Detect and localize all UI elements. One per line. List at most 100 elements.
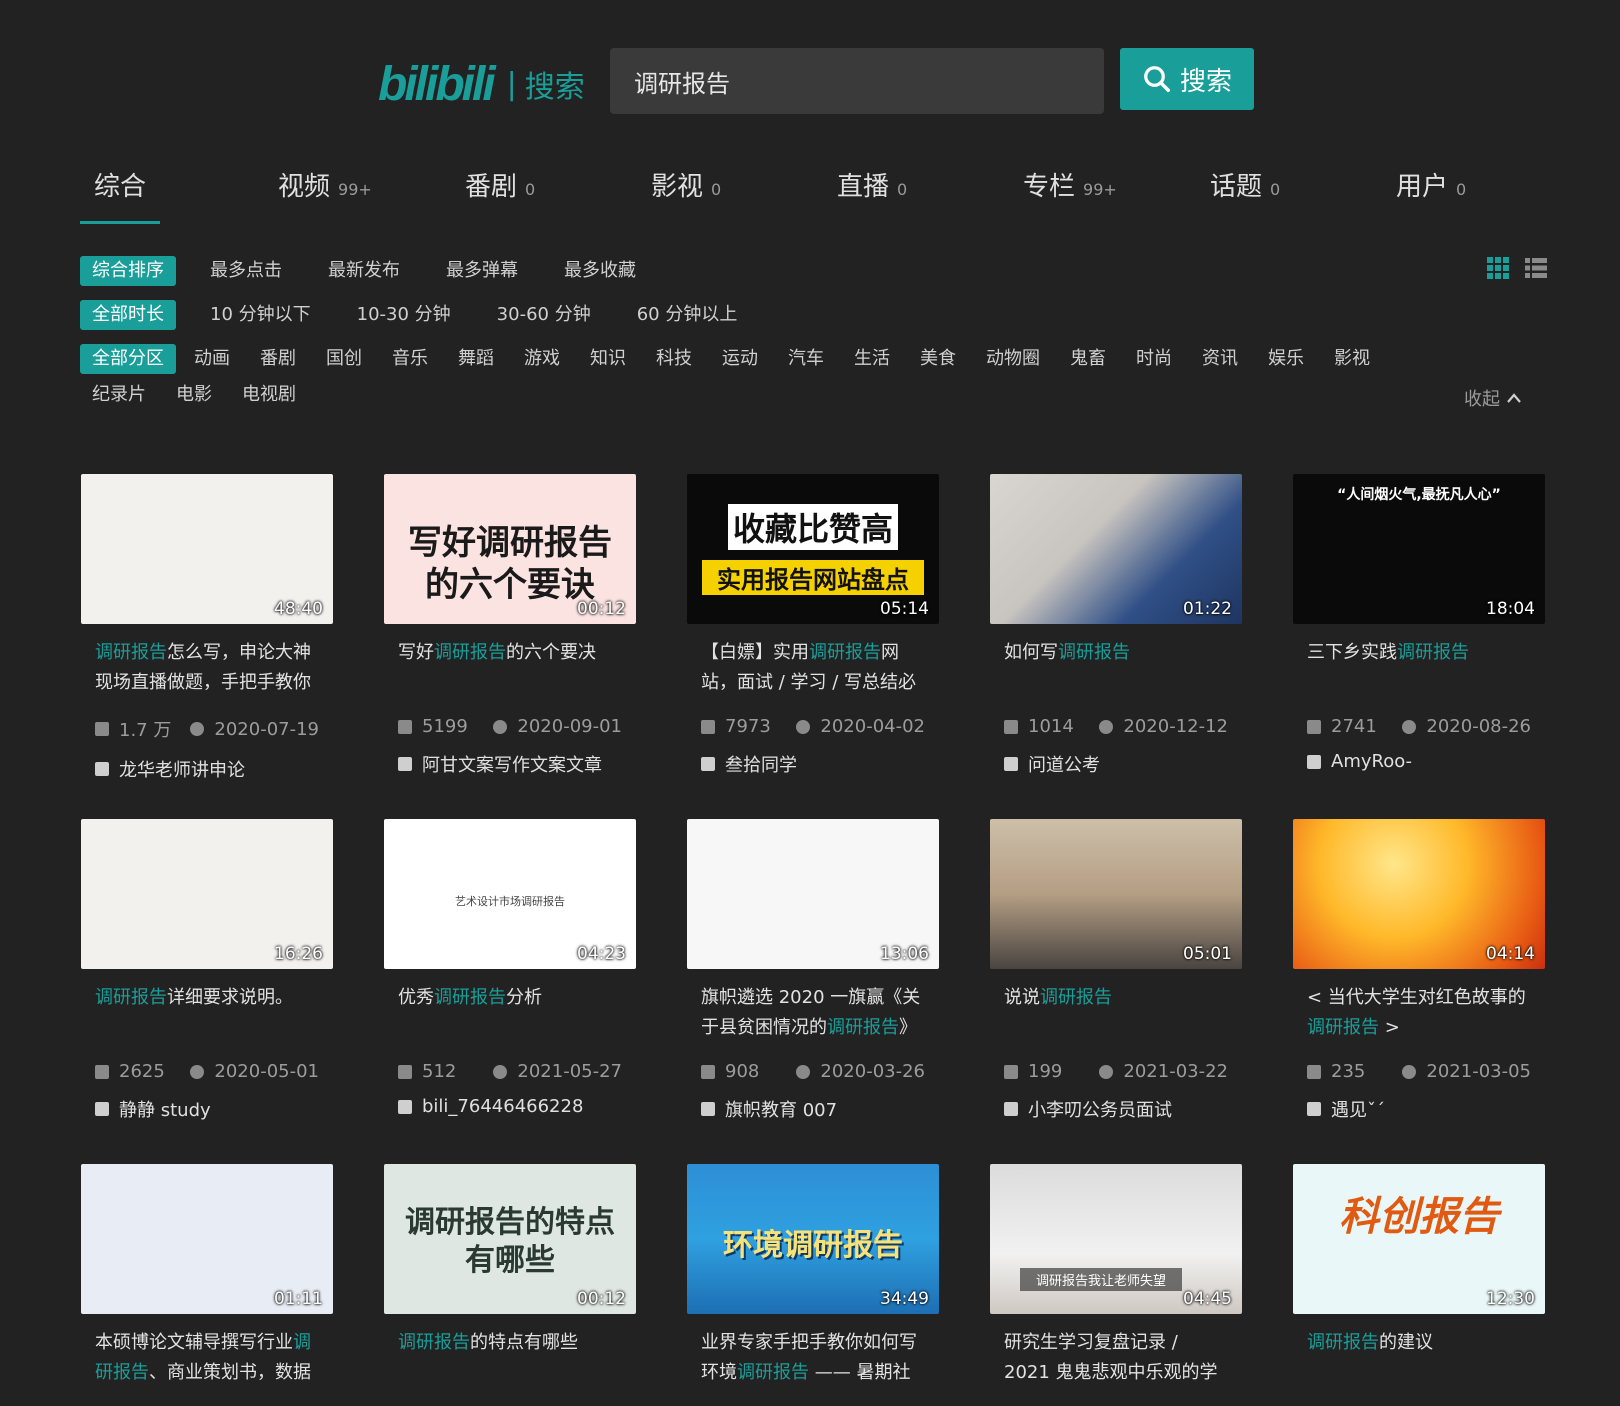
search-button[interactable]: 搜索	[1120, 48, 1254, 110]
filter-chip[interactable]: 娱乐	[1256, 344, 1316, 374]
video-card[interactable]: 调研报告我让老师失望 04:45 研究生学习复盘记录 / 2021 鬼鬼悲观中乐观的…	[990, 1164, 1242, 1388]
video-title[interactable]: < 当代大学生对红色故事的调研报告 >	[1293, 983, 1545, 1043]
video-card[interactable]: 16:26 调研报告详细要求说明。 2625 2020-05-01 静静 study	[81, 819, 333, 1122]
video-thumbnail[interactable]: 写好调研报告 的六个要诀 00:12	[384, 474, 636, 624]
filter-chip[interactable]: 全部时长	[80, 300, 176, 330]
video-title[interactable]: 研究生学习复盘记录 / 2021 鬼鬼悲观中乐观的学习 / 调	[990, 1328, 1242, 1388]
video-card[interactable]: 科创报告 12:30 调研报告的建议	[1293, 1164, 1545, 1388]
video-card[interactable]: 01:22 如何写调研报告 1014 2020-12-12 问道公考	[990, 474, 1242, 777]
filter-chip[interactable]: 60 分钟以上	[625, 300, 750, 330]
tab-4[interactable]: 直播 0	[837, 166, 907, 203]
video-title[interactable]: 优秀调研报告分析	[384, 983, 636, 1043]
search-input[interactable]: 调研报告	[610, 48, 1104, 114]
video-thumbnail[interactable]: 环境调研报告 34:49	[687, 1164, 939, 1314]
video-card[interactable]: 收藏比赞高 实用报告网站盘点 05:14 【白嫖】实用调研报告网站，面试 / 学习 /…	[687, 474, 939, 777]
filter-chip[interactable]: 全部分区	[80, 344, 176, 374]
filter-chip[interactable]: 资讯	[1190, 344, 1250, 374]
video-card[interactable]: 48:40 调研报告怎么写，申论大神现场直播做题，手把手教你 1.7 万 2020-0…	[81, 474, 333, 782]
filter-chip[interactable]: 音乐	[380, 344, 440, 374]
filter-chip[interactable]: 综合排序	[80, 256, 176, 286]
filter-chip[interactable]: 30-60 分钟	[485, 300, 603, 330]
filter-chip[interactable]: 纪录片	[80, 380, 158, 410]
video-card[interactable]: 04:14 < 当代大学生对红色故事的调研报告 >235 2021-03-05 遇见ˇ…	[1293, 819, 1545, 1122]
filter-chip[interactable]: 时尚	[1124, 344, 1184, 374]
video-thumbnail[interactable]: 01:11	[81, 1164, 333, 1314]
video-thumbnail[interactable]: “人间烟火气,最抚凡人心” 18:04	[1293, 474, 1545, 624]
uploader-name[interactable]: 阿甘文案写作文案文章	[384, 751, 636, 777]
video-card[interactable]: “人间烟火气,最抚凡人心” 18:04 三下乡实践调研报告 2741 2020-08-2…	[1293, 474, 1545, 772]
video-title[interactable]: 调研报告怎么写，申论大神现场直播做题，手把手教你	[81, 638, 333, 698]
tab-2[interactable]: 番剧 0	[465, 166, 535, 203]
filter-chip[interactable]: 游戏	[512, 344, 572, 374]
uploader-name[interactable]: AmyRoo-	[1293, 751, 1545, 772]
tab-7[interactable]: 用户 0	[1396, 166, 1466, 203]
video-title[interactable]: 调研报告详细要求说明。	[81, 983, 333, 1043]
tab-3[interactable]: 影视 0	[651, 166, 721, 203]
filter-chip[interactable]: 最新发布	[316, 256, 412, 286]
tab-5[interactable]: 专栏 99+	[1023, 166, 1117, 203]
filter-chip[interactable]: 生活	[842, 344, 902, 374]
video-title[interactable]: 说说调研报告	[990, 983, 1242, 1043]
filter-chip[interactable]: 动物圈	[974, 344, 1052, 374]
video-card[interactable]: 05:01 说说调研报告 199 2021-03-22 小李叨公务员面试	[990, 819, 1242, 1122]
video-thumbnail[interactable]: 48:40	[81, 474, 333, 624]
filter-chip[interactable]: 最多弹幕	[434, 256, 530, 286]
video-title[interactable]: 写好调研报告的六个要决	[384, 638, 636, 698]
video-thumbnail[interactable]: 艺术设计市场调研报告 04:23	[384, 819, 636, 969]
uploader-name[interactable]: 小李叨公务员面试	[990, 1096, 1242, 1122]
tab-1[interactable]: 视频 99+	[278, 166, 372, 203]
tab-0[interactable]: 综合	[94, 166, 146, 203]
video-card[interactable]: 13:06 旗帜遴选 2020 一旗赢《关于县贫困情况的调研报告》 908 2020-…	[687, 819, 939, 1122]
filter-chip[interactable]: 动画	[182, 344, 242, 374]
video-thumbnail[interactable]: 13:06	[687, 819, 939, 969]
tab-6[interactable]: 话题 0	[1210, 166, 1280, 203]
video-card[interactable]: 环境调研报告 34:49 业界专家手把手教你如何写环境调研报告 —— 暑期社	[687, 1164, 939, 1388]
filter-chip[interactable]: 科技	[644, 344, 704, 374]
video-thumbnail[interactable]: 收藏比赞高 实用报告网站盘点 05:14	[687, 474, 939, 624]
video-card[interactable]: 艺术设计市场调研报告 04:23 优秀调研报告分析 512 2021-05-27 bili…	[384, 819, 636, 1117]
video-card[interactable]: 01:11 本硕博论文辅导撰写行业调研报告、商业策划书，数据	[81, 1164, 333, 1388]
uploader-name[interactable]: 叁拾同学	[687, 751, 939, 777]
filter-chip[interactable]: 舞蹈	[446, 344, 506, 374]
filter-chip[interactable]: 汽车	[776, 344, 836, 374]
filter-chip[interactable]: 10 分钟以下	[198, 300, 323, 330]
grid-view-icon[interactable]	[1486, 256, 1510, 280]
video-title[interactable]: 如何写调研报告	[990, 638, 1242, 698]
video-title[interactable]: 调研报告的特点有哪些	[384, 1328, 636, 1388]
uploader-name[interactable]: 龙华老师讲申论	[81, 756, 333, 782]
filter-chip[interactable]: 10-30 分钟	[345, 300, 463, 330]
filter-chip[interactable]: 影视	[1322, 344, 1382, 374]
video-title[interactable]: 本硕博论文辅导撰写行业调研报告、商业策划书，数据	[81, 1328, 333, 1388]
uploader-name[interactable]: bili_76446466228	[384, 1096, 636, 1117]
filter-chip[interactable]: 运动	[710, 344, 770, 374]
video-card[interactable]: 写好调研报告 的六个要诀 00:12 写好调研报告的六个要决 5199 2020-09-…	[384, 474, 636, 777]
uploader-name[interactable]: 遇见ˇ´	[1293, 1096, 1545, 1122]
filter-chip[interactable]: 国创	[314, 344, 374, 374]
uploader-name[interactable]: 问道公考	[990, 751, 1242, 777]
video-thumbnail[interactable]: 调研报告我让老师失望 04:45	[990, 1164, 1242, 1314]
video-thumbnail[interactable]: 04:14	[1293, 819, 1545, 969]
video-thumbnail[interactable]: 01:22	[990, 474, 1242, 624]
video-title[interactable]: 业界专家手把手教你如何写环境调研报告 —— 暑期社	[687, 1328, 939, 1388]
collapse-button[interactable]: 收起	[1464, 385, 1522, 411]
uploader-name[interactable]: 静静 study	[81, 1096, 333, 1122]
video-title[interactable]: 调研报告的建议	[1293, 1328, 1545, 1388]
filter-chip[interactable]: 知识	[578, 344, 638, 374]
filter-chip[interactable]: 电视剧	[230, 380, 308, 410]
filter-chip[interactable]: 最多收藏	[552, 256, 648, 286]
video-thumbnail[interactable]: 科创报告 12:30	[1293, 1164, 1545, 1314]
video-card[interactable]: 调研报告的特点 有哪些 00:12 调研报告的特点有哪些	[384, 1164, 636, 1388]
video-thumbnail[interactable]: 05:01	[990, 819, 1242, 969]
video-title[interactable]: 旗帜遴选 2020 一旗赢《关于县贫困情况的调研报告》	[687, 983, 939, 1043]
filter-chip[interactable]: 电影	[164, 380, 224, 410]
filter-chip[interactable]: 最多点击	[198, 256, 294, 286]
video-title[interactable]: 三下乡实践调研报告	[1293, 638, 1545, 698]
list-view-icon[interactable]	[1524, 256, 1548, 280]
video-title[interactable]: 【白嫖】实用调研报告网站，面试 / 学习 / 写总结必	[687, 638, 939, 698]
video-thumbnail[interactable]: 调研报告的特点 有哪些 00:12	[384, 1164, 636, 1314]
filter-chip[interactable]: 番剧	[248, 344, 308, 374]
bilibili-logo[interactable]: bilibili | 搜索	[378, 56, 585, 112]
video-thumbnail[interactable]: 16:26	[81, 819, 333, 969]
filter-chip[interactable]: 鬼畜	[1058, 344, 1118, 374]
uploader-name[interactable]: 旗帜教育 007	[687, 1096, 939, 1122]
